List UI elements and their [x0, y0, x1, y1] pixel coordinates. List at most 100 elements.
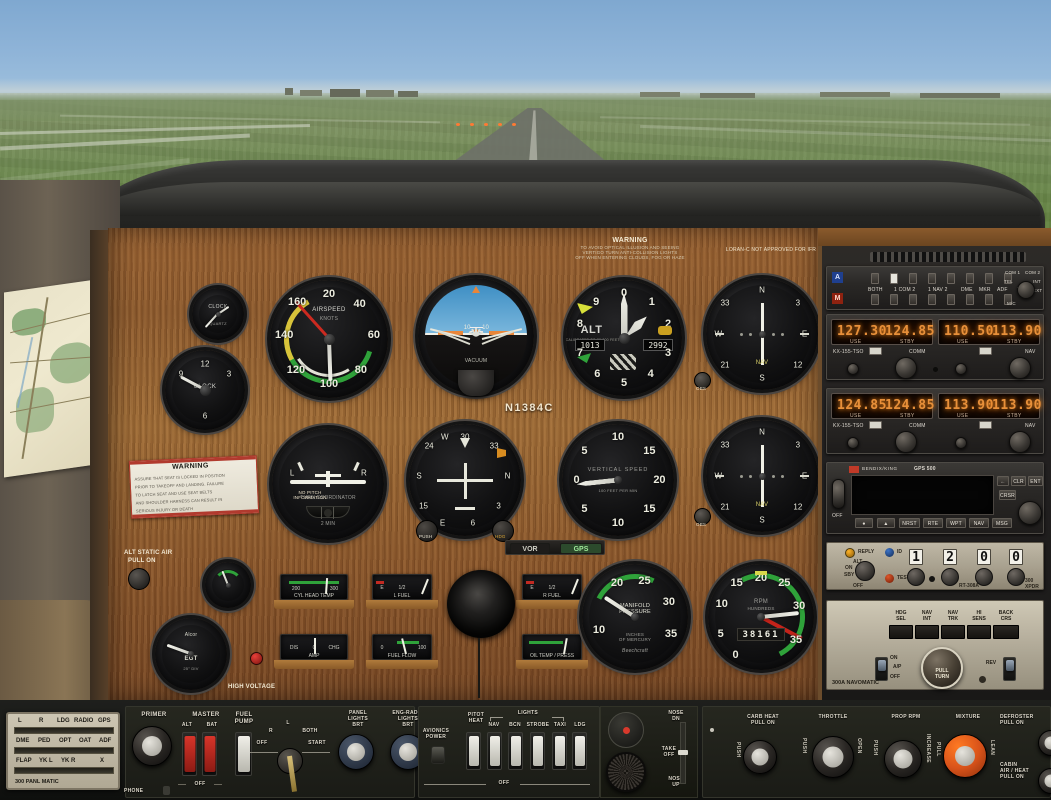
elevator-trim-wheel[interactable]	[606, 752, 646, 792]
vor-1-indicator[interactable]: N 3 E 12 S 21 W 33 NAV	[706, 278, 818, 390]
fuel-pump-switch[interactable]	[235, 732, 252, 776]
manifold-pressure-gauge[interactable]: 20 25 30 35 10 MANIFOLDPRESSURE INCHESOF…	[582, 564, 688, 670]
amp-label: AMP	[308, 653, 320, 659]
com1-transfer-button[interactable]	[869, 347, 882, 355]
ammeter-gauge[interactable]: DIS 0 CHG AMP	[280, 634, 348, 660]
nav-com-2[interactable]: 124.85 124.85 USE STBY 113.90 113.90 USE…	[826, 388, 1044, 454]
transponder-knob-2[interactable]	[941, 568, 959, 586]
phone-jack[interactable]	[163, 786, 170, 795]
airspeed-indicator[interactable]: AIRSPEED KNOTS 20 40 60 80 100 120 140 1…	[270, 280, 388, 398]
right-fuel-gauge[interactable]: E 1/2 R FUEL	[522, 574, 582, 600]
egt-gauge[interactable]: Alcor EGT 25° DIV	[155, 618, 227, 690]
ap-master-switch[interactable]	[875, 657, 888, 681]
panel-lights-knob[interactable]	[338, 734, 374, 770]
gps-ent-button[interactable]: ENT	[1028, 476, 1043, 486]
strobe-light-switch[interactable]	[530, 732, 545, 770]
autopilot-panel[interactable]: HDG SEL NAV INT NAV TRK HI SENS BACK CRS PULL…	[826, 600, 1044, 690]
vertical-speed-indicator[interactable]: 10 15 20 15 10 5 0 5 VERTICAL SPEED 100 …	[562, 424, 674, 536]
transponder-id-button[interactable]	[885, 548, 894, 557]
nav2-volume-knob[interactable]	[955, 437, 967, 449]
audio-mic-label: M/C	[1007, 301, 1016, 306]
com1-tuning-knob[interactable]	[895, 357, 917, 379]
ap-nav-trk-button[interactable]	[941, 625, 965, 639]
nav2-tuning-knob[interactable]	[1009, 431, 1031, 453]
mixture-lean-label: LEAN	[989, 740, 995, 756]
audio-selector-knob[interactable]	[1017, 281, 1035, 299]
master-alt-switch[interactable]	[182, 732, 197, 776]
primer-knob[interactable]	[132, 726, 172, 766]
attitude-adjust-knob[interactable]	[458, 370, 494, 396]
nav1-volume-knob[interactable]	[955, 363, 967, 375]
tachometer[interactable]: 20 15 10 5 0 25 30 35 RPM HUNDREDS 38161	[708, 564, 814, 670]
ap-hdg-sel-button[interactable]	[889, 625, 913, 639]
nav1-transfer-button[interactable]	[979, 347, 992, 355]
turn-coordinator[interactable]: L R TURN COORDINATOR 2 MIN	[272, 428, 384, 540]
rfuel-label: R FUEL	[543, 593, 561, 599]
gps-clr-button[interactable]: CLR	[1011, 476, 1026, 486]
alt-static-air-sub: PULL ON	[128, 558, 156, 564]
throttle-label: THROTTLE	[818, 714, 848, 720]
carb-heat-knob[interactable]	[743, 740, 777, 774]
throttle-knob[interactable]	[812, 736, 854, 778]
audio-panel[interactable]: A M BOTH 1 COM 2 1 NAV 2 DME MKR ADF TEL	[826, 266, 1044, 310]
master-bat-switch[interactable]	[202, 732, 217, 776]
transponder[interactable]: REPLY ID TEST ALT ON SBY OFF 1 2 0 0 RT-…	[826, 542, 1044, 590]
transponder-digit-1: 1	[909, 549, 923, 565]
suction-gauge[interactable]	[205, 562, 251, 608]
gps-rte-button[interactable]: RTE	[923, 518, 943, 528]
transponder-mode-knob[interactable]	[855, 561, 875, 581]
gps-tuning-knob[interactable]	[1018, 501, 1042, 525]
prop-rpm-knob[interactable]	[884, 740, 922, 778]
com2-volume-knob[interactable]	[847, 437, 859, 449]
avionics-power-switch[interactable]	[431, 746, 445, 764]
fuel-flow-gauge[interactable]: 0 100 FUEL FLOW	[372, 634, 432, 660]
gps-nav-button[interactable]: NAV	[969, 518, 989, 528]
transponder-knob-4[interactable]	[1007, 568, 1025, 586]
gps-power-knob[interactable]	[832, 479, 845, 509]
nav1-tuning-knob[interactable]	[1009, 357, 1031, 379]
ldg-light-switch[interactable]	[572, 732, 587, 770]
com2-transfer-button[interactable]	[869, 421, 882, 429]
primer-label: PRIMER	[141, 712, 167, 718]
ap-hi-sens-button[interactable]	[967, 625, 991, 639]
gps-screen[interactable]	[851, 475, 994, 515]
ap-back-crs-button[interactable]	[993, 625, 1019, 639]
gps-power-soft-button[interactable]: ●	[855, 518, 873, 528]
ap-btn-back-crs-label: BACK CRS	[998, 610, 1014, 622]
gps-nrst-button[interactable]: NRST	[899, 518, 920, 528]
gps-back-button[interactable]: ←	[997, 476, 1009, 486]
placard-dme: DME	[16, 738, 30, 744]
gps-msg-button[interactable]: MSG	[992, 518, 1012, 528]
gps-unit[interactable]: BENDIX/KING GPS 500 OFF CLR ENT ← CRSR ●…	[826, 462, 1044, 534]
gps-menu-soft-button[interactable]: ▲	[877, 518, 895, 528]
gps-crsr-button[interactable]: CRSR	[999, 490, 1016, 500]
ap-rev-switch[interactable]	[1003, 657, 1016, 681]
mixture-knob[interactable]	[943, 734, 987, 778]
oil-temp-press-gauge[interactable]: OIL TEMP / PRESS	[522, 634, 582, 660]
bcn-light-switch[interactable]	[508, 732, 523, 770]
vor-gps-annunciator[interactable]: VOR GPS	[505, 540, 605, 555]
transponder-knob-1[interactable]	[907, 568, 925, 586]
egt-unit: 25° DIV	[183, 666, 199, 672]
ap-nav-int-button[interactable]	[915, 625, 939, 639]
amp-tick-chg: CHG	[328, 645, 340, 651]
top-warning-line-3: OFF WHEN ENTERING CLOUDS, FOG OR HAZE	[575, 255, 685, 260]
vor-2-indicator[interactable]: N 3 E 12 S 21 W 33 NAV	[706, 420, 818, 532]
left-fuel-gauge[interactable]: E 1/2 L FUEL	[372, 574, 432, 600]
gps-wpt-button[interactable]: WPT	[946, 518, 966, 528]
taxi-light-switch[interactable]	[552, 732, 567, 770]
pitot-heat-switch[interactable]	[466, 732, 481, 770]
com1-volume-knob[interactable]	[847, 363, 859, 375]
nav2-transfer-button[interactable]	[979, 421, 992, 429]
carb-heat-label: CARB HEAT PULL ON	[747, 714, 779, 726]
small-turn-gauge[interactable]: CLOCK 9 12 3 6	[165, 350, 245, 430]
alt-static-air-knob[interactable]	[128, 568, 150, 590]
master-bat-label: BAT	[206, 722, 218, 728]
transponder-id-label: ID	[897, 549, 902, 555]
nav-com-1[interactable]: 127.30 124.85 USE STBY 110.50 113.90 USE…	[826, 314, 1044, 380]
clock-gauge[interactable]: CLOCK QUARTZ	[192, 288, 244, 340]
cylinder-head-temp-gauge[interactable]: 200 300 CYL HEAD TEMP	[280, 574, 348, 600]
com2-tuning-knob[interactable]	[895, 431, 917, 453]
altimeter[interactable]: ALT CALIBRATED TO 20,000 FEET 1013 2992 …	[566, 280, 682, 396]
nav-light-switch[interactable]	[487, 732, 502, 770]
